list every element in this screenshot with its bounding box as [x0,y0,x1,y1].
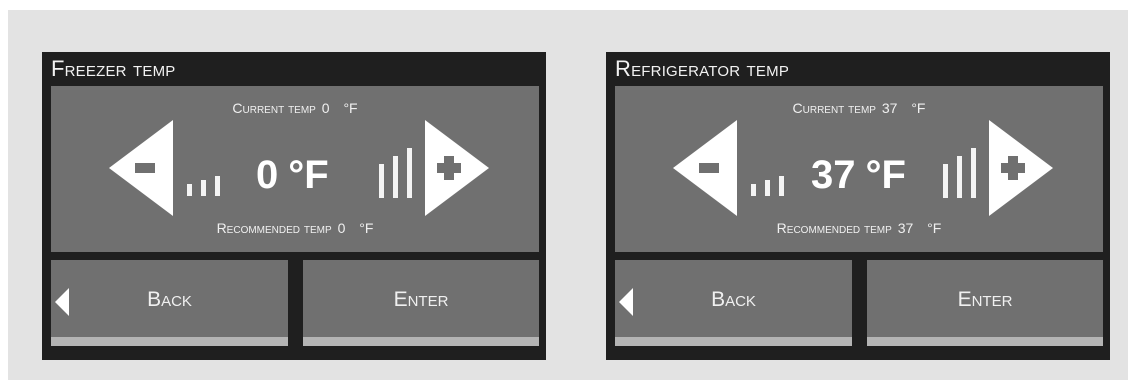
level-bar [215,176,220,196]
recommended-temp-label: Recommended temp [216,220,332,236]
minus-arrow-icon [109,120,173,216]
level-bar [943,164,948,198]
level-bar [407,148,412,198]
level-bar [765,180,770,196]
plus-arrow-icon [989,120,1053,216]
set-temperature-unit: °F [865,153,906,197]
button-underline [303,337,539,346]
recommended-temp-line: Recommended temp 0 °F [51,220,539,236]
enter-button[interactable]: Enter [303,260,539,346]
level-bar [779,176,784,196]
level-bar [201,180,206,196]
increase-temp-button[interactable] [989,120,1053,216]
temperature-display: Current temp 37 °F 37 °F Recommended tem… [615,86,1103,252]
enter-button-label: Enter [393,288,449,311]
level-bar [971,148,976,198]
button-underline [867,337,1103,346]
recommended-temp-unit: °F [359,220,374,236]
current-temp-value: 37 [881,100,898,116]
back-button-label: Back [147,288,192,311]
decrease-temp-button[interactable] [109,120,173,216]
level-bars-high [379,146,412,198]
button-underline [615,337,852,346]
current-temp-unit: °F [911,100,926,116]
plus-arrow-icon [425,120,489,216]
refrigerator-panel: Refrigerator Temp Current temp 37 °F 37 °… [606,52,1110,360]
set-temperature-value: 0 [256,153,279,197]
level-bars-low [187,172,220,196]
increase-temp-button[interactable] [425,120,489,216]
back-button-label: Back [711,288,756,311]
decrease-temp-button[interactable] [673,120,737,216]
level-bar [187,184,192,196]
panel-title: Freezer Temp [51,56,176,81]
level-bar [751,184,756,196]
enter-button[interactable]: Enter [867,260,1103,346]
back-button[interactable]: Back [51,260,288,346]
set-temperature-unit: °F [288,153,329,197]
recommended-temp-value: 37 [897,220,914,236]
panel-title: Refrigerator Temp [615,56,790,81]
enter-button-label: Enter [957,288,1013,311]
level-bars-high [943,146,976,198]
recommended-temp-line: Recommended temp 37 °F [615,220,1103,236]
back-button[interactable]: Back [615,260,852,346]
recommended-temp-unit: °F [927,220,942,236]
button-underline [51,337,288,346]
current-temp-line: Current temp 0 °F [51,100,539,116]
background-area: Freezer Temp Current temp 0 °F 0 °F [8,10,1128,380]
minus-arrow-icon [673,120,737,216]
level-bars-low [751,172,784,196]
set-temperature-value: 37 [811,153,856,197]
set-temperature: 37 °F [811,150,951,200]
set-temperature: 0 °F [256,150,396,200]
level-bar [957,156,962,198]
recommended-temp-value: 0 [337,220,346,236]
current-temp-label: Current temp [792,100,876,116]
current-temp-value: 0 [321,100,330,116]
freezer-panel: Freezer Temp Current temp 0 °F 0 °F [42,52,546,360]
current-temp-line: Current temp 37 °F [615,100,1103,116]
recommended-temp-label: Recommended temp [776,220,892,236]
current-temp-label: Current temp [232,100,316,116]
current-temp-unit: °F [343,100,358,116]
temperature-display: Current temp 0 °F 0 °F Recommended temp … [51,86,539,252]
level-bar [379,164,384,198]
level-bar [393,156,398,198]
